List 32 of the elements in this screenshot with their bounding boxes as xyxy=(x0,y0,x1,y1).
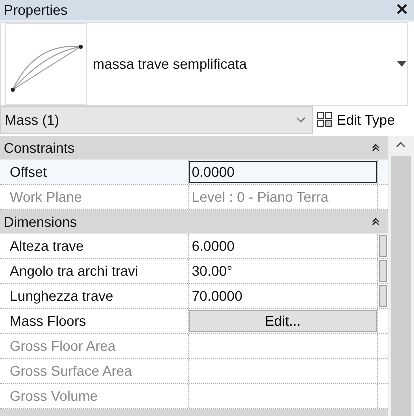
property-value-field[interactable]: 70.0000 xyxy=(189,284,377,308)
grid-icon xyxy=(317,112,333,128)
edit-button[interactable]: Edit... xyxy=(189,310,377,332)
chevron-icon[interactable] xyxy=(372,218,380,226)
section-header[interactable]: Dimensions xyxy=(0,210,388,234)
section-title: Constraints xyxy=(4,140,75,156)
scrollbar[interactable] xyxy=(388,136,414,416)
property-value-field[interactable]: 0.0000 xyxy=(189,161,377,183)
type-selector[interactable]: massa trave semplificata xyxy=(0,22,408,106)
associate-parameter-button[interactable] xyxy=(379,235,387,257)
property-value-field[interactable]: 30.00° xyxy=(189,259,377,283)
chevron-icon[interactable] xyxy=(372,144,380,152)
property-label: Gross Surface Area xyxy=(0,359,189,383)
type-name: massa trave semplificata xyxy=(93,56,248,72)
property-label: Angolo tra archi travi xyxy=(0,259,189,283)
property-label: Alteza trave xyxy=(0,234,189,258)
dropdown-arrow-icon xyxy=(397,61,407,67)
property-label: Gross Volume xyxy=(0,384,189,408)
property-label: Work Plane xyxy=(0,185,189,209)
element-filter-dropdown[interactable]: Mass (1) xyxy=(0,106,313,134)
associate-parameter-button[interactable] xyxy=(379,285,387,307)
property-value-field[interactable]: 6.0000 xyxy=(189,234,377,258)
section-title: Dimensions xyxy=(4,214,78,230)
property-label: Offset xyxy=(0,160,189,184)
associate-parameter-button[interactable] xyxy=(379,260,387,282)
window-title: Properties xyxy=(4,2,68,18)
scroll-up-icon[interactable] xyxy=(396,142,406,148)
property-label: Lunghezza trave xyxy=(0,284,189,308)
chevron-down-icon xyxy=(296,117,306,123)
property-label: Gross Floor Area xyxy=(0,334,189,358)
close-button[interactable]: × xyxy=(396,0,408,20)
section-header[interactable]: Constraints xyxy=(0,136,388,160)
